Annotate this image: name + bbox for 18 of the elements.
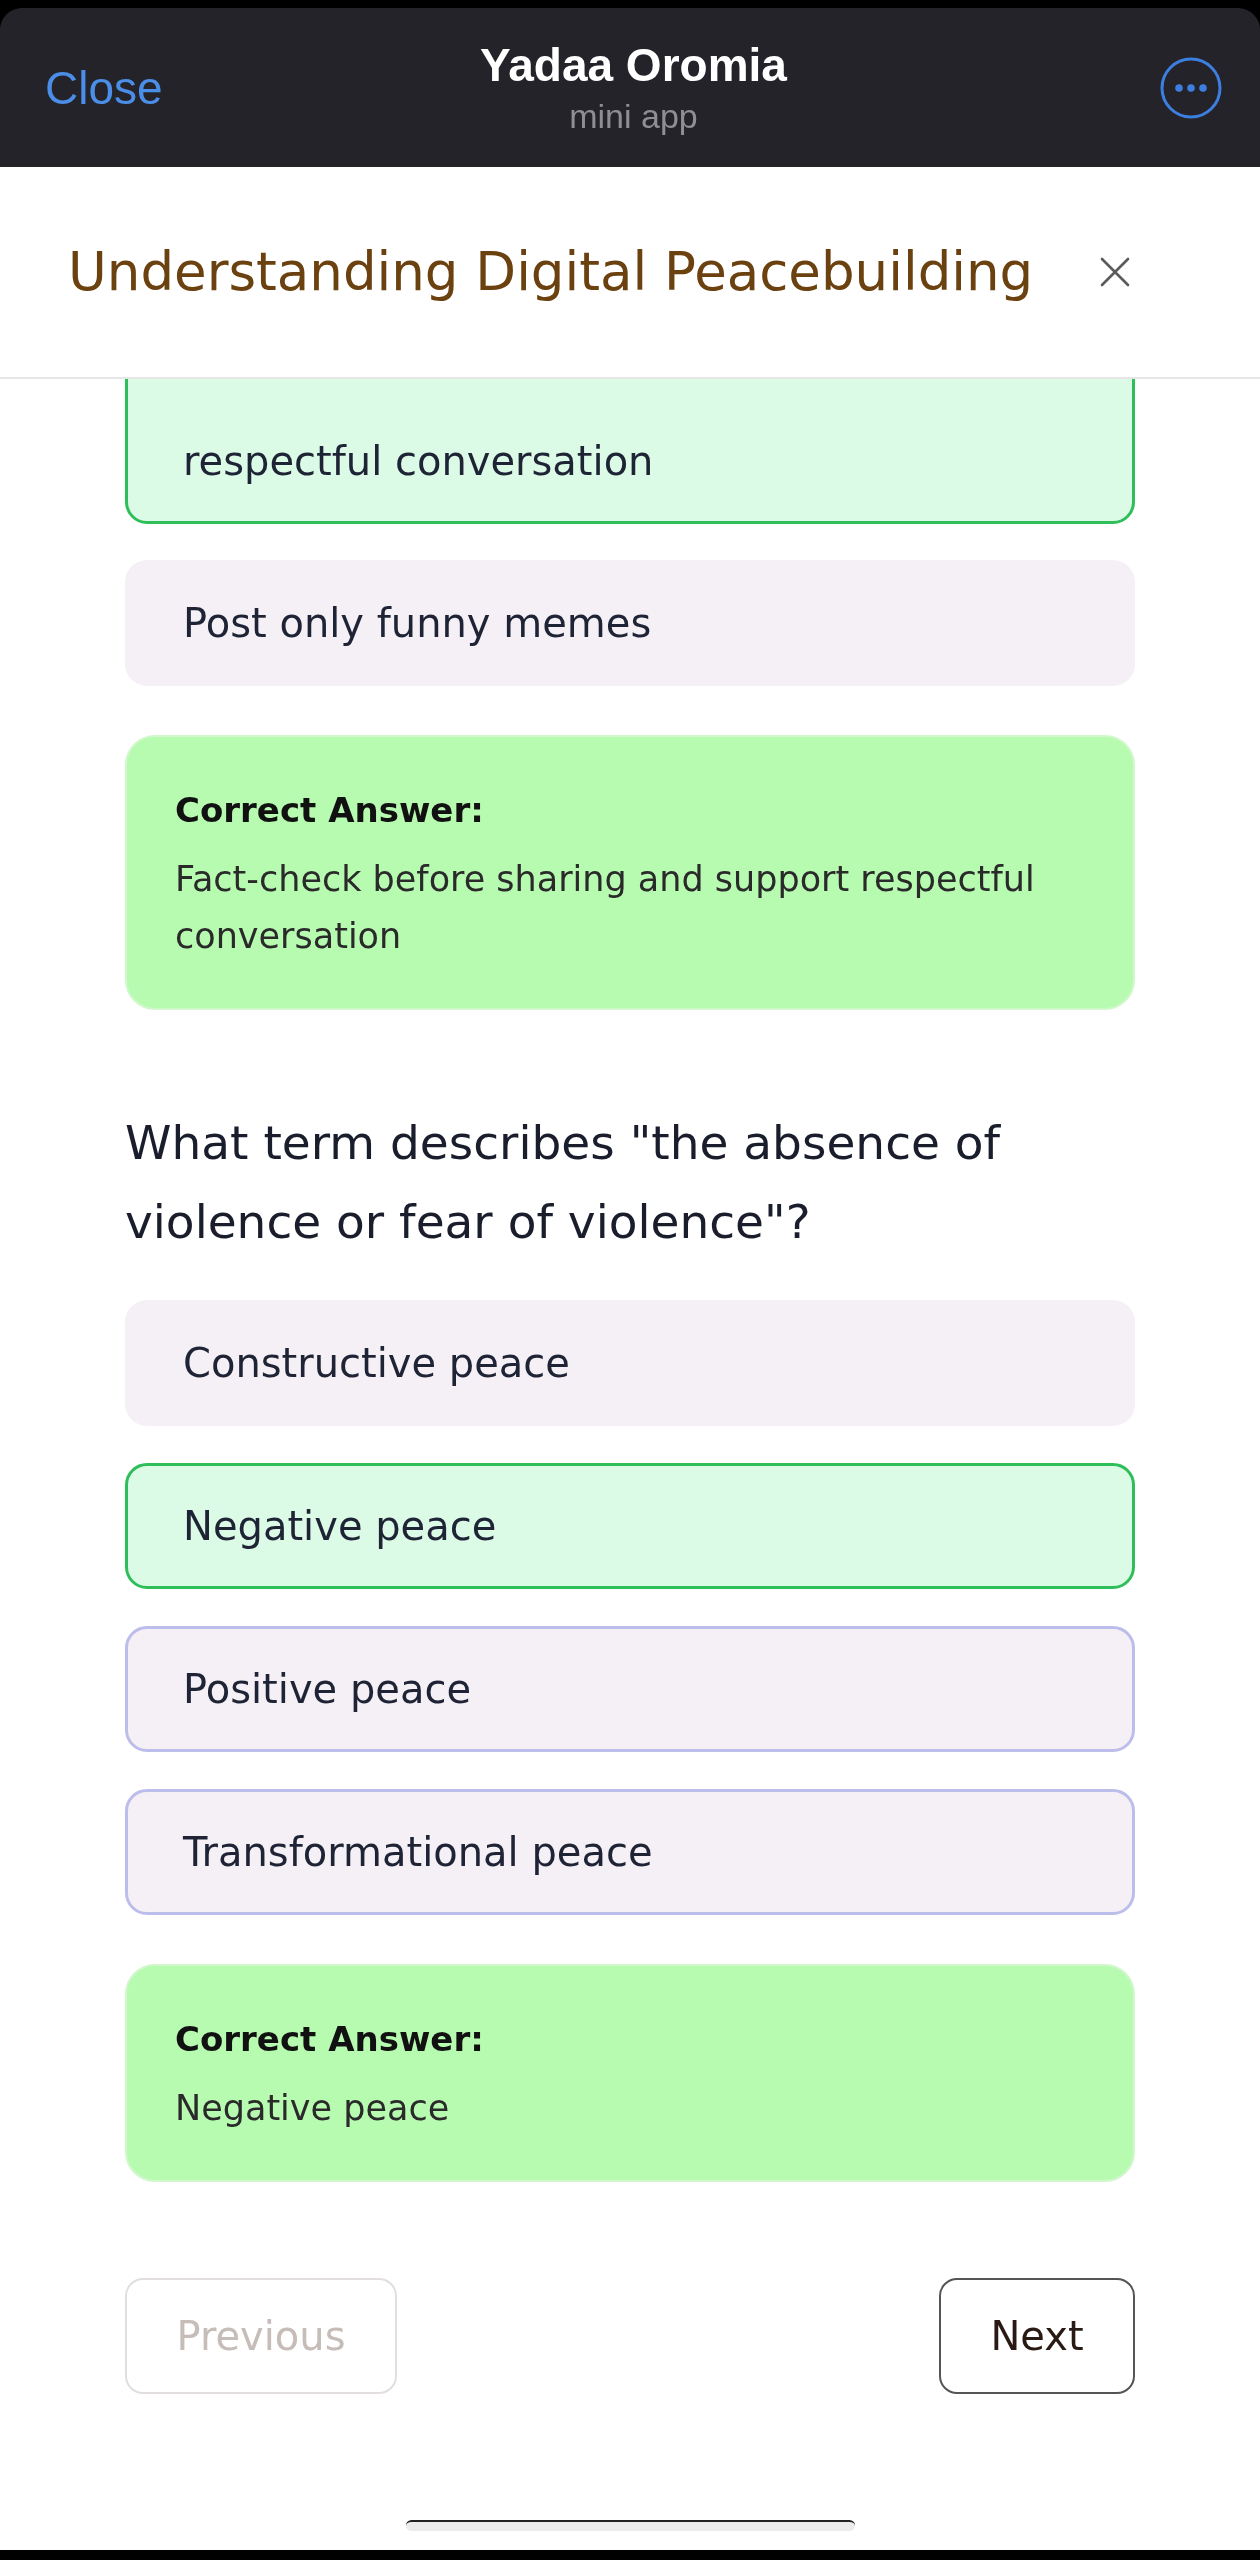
answer-option[interactable]: Transformational peace [125, 1789, 1135, 1915]
correct-answer-label: Correct Answer: [175, 2018, 485, 2061]
close-link[interactable]: Close [45, 60, 163, 115]
correct-answer-label: Correct Answer: [175, 789, 485, 832]
more-icon[interactable] [1160, 56, 1222, 119]
app-subtitle: mini app [569, 96, 698, 136]
answer-option[interactable]: Positive peace [125, 1626, 1135, 1752]
question-text: What term describes "the absence of violence or fear of violence"? [125, 1114, 1002, 1251]
next-button[interactable]: Next [939, 2278, 1135, 2394]
close-icon[interactable] [1100, 257, 1130, 287]
answer-option[interactable]: Negative peace [125, 1463, 1135, 1589]
answer-option[interactable]: Post only funny memes [125, 560, 1135, 686]
answer-option[interactable]: Constructive peace [125, 1300, 1135, 1426]
correct-answer-text: Negative peace [175, 2087, 451, 2130]
answer-option[interactable]: respectful conversation [125, 379, 1135, 524]
modal-title: Understanding Digital Peacebuilding [68, 240, 1034, 304]
app-title: Yadaa Oromia [480, 39, 787, 91]
correct-answer-text: Fact-check before sharing and support respectful conversation [175, 858, 1036, 958]
